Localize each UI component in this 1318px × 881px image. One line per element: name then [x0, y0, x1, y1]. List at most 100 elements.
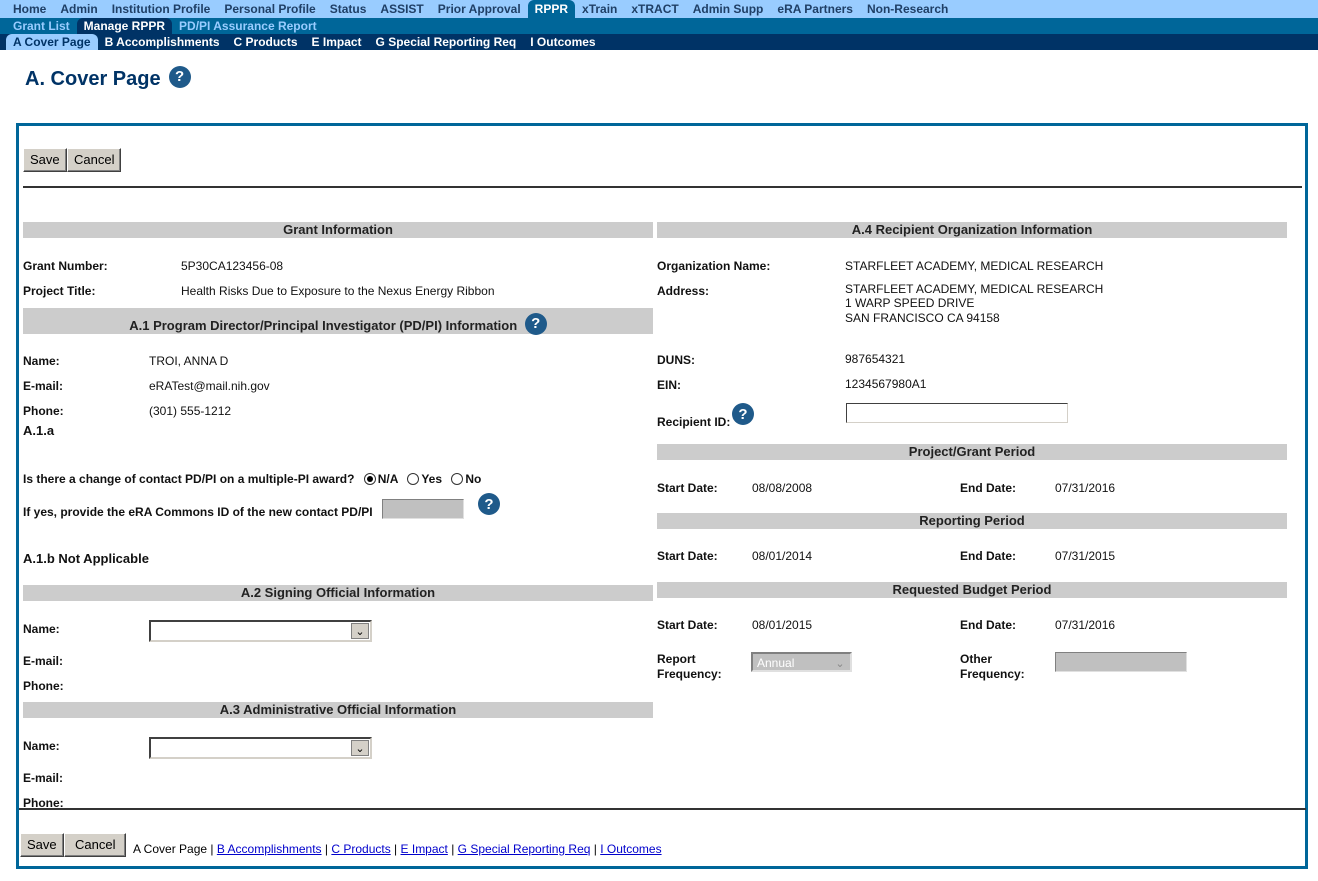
pdpi-name-label: Name:: [23, 354, 60, 368]
nav-tab-assist[interactable]: ASSIST: [373, 0, 430, 18]
project-end-value: 07/31/2016: [1055, 481, 1116, 495]
chevron-down-icon: ⌄: [351, 623, 369, 639]
section-a2-signing-official: A.2 Signing Official Information: [23, 585, 653, 601]
footer-link-b-accomplishments[interactable]: B Accomplishments: [217, 842, 322, 856]
change-contact-question: Is there a change of contact PD/PI on a …: [23, 472, 481, 486]
radio-no-label: No: [465, 472, 482, 486]
reporting-end-label: End Date:: [960, 549, 1017, 563]
section-tab-i-outcomes[interactable]: I Outcomes: [523, 34, 602, 50]
section-a1-pdpi: A.1 Program Director/Principal Investiga…: [23, 308, 653, 335]
footer-section-links: A Cover Page | B Accomplishments | C Pro…: [133, 842, 662, 856]
pdpi-email-label: E-mail:: [23, 379, 64, 393]
radio-yes[interactable]: [407, 473, 420, 485]
nav-tab-prior-approval[interactable]: Prior Approval: [431, 0, 528, 18]
nav-tab-home[interactable]: Home: [6, 0, 53, 18]
pdpi-phone-value: (301) 555-1212: [149, 404, 232, 418]
reporting-start-label: Start Date:: [657, 549, 718, 563]
duns-value: 987654321: [845, 352, 906, 366]
grant-number-value: 5P30CA123456-08: [181, 259, 284, 273]
so-email-label: E-mail:: [23, 654, 64, 668]
divider: [23, 186, 1302, 188]
pdpi-name-value: TROI, ANNA D: [149, 354, 229, 368]
ao-email-label: E-mail:: [23, 771, 64, 785]
so-phone-label: Phone:: [23, 679, 64, 693]
nav-tab-era-partners[interactable]: eRA Partners: [770, 0, 860, 18]
section-tab-e-impact[interactable]: E Impact: [305, 34, 369, 50]
so-name-label: Name:: [23, 622, 60, 636]
save-button[interactable]: Save: [23, 148, 67, 172]
so-name-select[interactable]: ⌄: [149, 620, 372, 642]
address-line-3: SAN FRANCISCO CA 94158: [845, 311, 1000, 325]
project-end-label: End Date:: [960, 481, 1017, 495]
ao-name-select[interactable]: ⌄: [149, 737, 372, 759]
divider: [19, 808, 1306, 810]
other-frequency-input[interactable]: [1055, 652, 1187, 672]
chevron-down-icon: ⌄: [835, 657, 845, 670]
nav-tab-admin[interactable]: Admin: [53, 0, 104, 18]
radio-na[interactable]: [363, 473, 376, 485]
footer-link-e-impact[interactable]: E Impact: [401, 842, 448, 856]
page-title: A. Cover Page ?: [25, 65, 191, 91]
subnav-tab-pd-pi-assurance-report[interactable]: PD/PI Assurance Report: [172, 18, 324, 34]
section-nav: A Cover Page B Accomplishments C Products E…: [0, 34, 1318, 50]
reporting-end-value: 07/31/2015: [1055, 549, 1116, 563]
budget-end-value: 07/31/2016: [1055, 618, 1116, 632]
footer-link-g-special-reporting[interactable]: G Special Reporting Req: [458, 842, 591, 856]
grant-number-label: Grant Number:: [23, 259, 108, 273]
help-icon[interactable]: ?: [478, 493, 500, 515]
radio-na-label: N/A: [377, 472, 398, 486]
pdpi-email-value: eRATest@mail.nih.gov: [149, 379, 270, 393]
a1a-label: A.1.a: [23, 423, 55, 438]
nav-tab-xtrain[interactable]: xTrain: [575, 0, 624, 18]
recipient-id-input[interactable]: [846, 403, 1068, 423]
help-icon[interactable]: ?: [168, 65, 191, 88]
help-icon[interactable]: ?: [524, 313, 547, 335]
nav-tab-admin-supp[interactable]: Admin Supp: [686, 0, 771, 18]
other-frequency-label-1: Other: [960, 652, 993, 666]
budget-end-label: End Date:: [960, 618, 1017, 632]
project-title-label: Project Title:: [23, 284, 96, 298]
page-title-text: A. Cover Page: [25, 68, 161, 90]
org-name-value: STARFLEET ACADEMY, MEDICAL RESEARCH: [845, 259, 1104, 273]
commons-id-input[interactable]: [382, 499, 464, 519]
section-tab-b-accomplishments[interactable]: B Accomplishments: [98, 34, 227, 50]
budget-start-label: Start Date:: [657, 618, 718, 632]
section-reporting-period: Reporting Period: [657, 513, 1287, 529]
save-button-bottom[interactable]: Save: [20, 833, 64, 857]
section-tab-g-special-reporting-req[interactable]: G Special Reporting Req: [369, 34, 524, 50]
subnav-tab-manage-rppr[interactable]: Manage RPPR: [76, 18, 173, 34]
nav-tab-xtract[interactable]: xTRACT: [624, 0, 685, 18]
cancel-button[interactable]: Cancel: [67, 148, 122, 172]
recipient-id-label: Recipient ID:: [657, 415, 731, 429]
nav-tab-non-research[interactable]: Non-Research: [860, 0, 955, 18]
nav-tab-status[interactable]: Status: [323, 0, 374, 18]
budget-start-value: 08/01/2015: [752, 618, 813, 632]
project-start-label: Start Date:: [657, 481, 718, 495]
footer-link-c-products[interactable]: C Products: [331, 842, 390, 856]
section-grant-information: Grant Information: [23, 222, 653, 238]
address-line-1: STARFLEET ACADEMY, MEDICAL RESEARCH: [845, 282, 1104, 296]
cancel-button-bottom[interactable]: Cancel: [64, 833, 127, 857]
report-frequency-label-2: Frequency:: [657, 667, 722, 681]
help-icon[interactable]: ?: [732, 403, 754, 425]
pdpi-phone-label: Phone:: [23, 404, 64, 418]
nav-tab-personal-profile[interactable]: Personal Profile: [217, 0, 322, 18]
nav-tab-institution-profile[interactable]: Institution Profile: [105, 0, 218, 18]
address-line-2: 1 WARP SPEED DRIVE: [845, 296, 975, 310]
radio-no[interactable]: [451, 473, 464, 485]
section-tab-c-products[interactable]: C Products: [227, 34, 305, 50]
other-frequency-label-2: Frequency:: [960, 667, 1025, 681]
report-frequency-select[interactable]: Annual ⌄: [751, 652, 852, 672]
section-a3-admin-official: A.3 Administrative Official Information: [23, 702, 653, 718]
top-nav: Home Admin Institution Profile Personal Pro…: [0, 0, 1318, 18]
section-project-period: Project/Grant Period: [657, 444, 1287, 460]
subnav-tab-grant-list[interactable]: Grant List: [6, 18, 77, 34]
reporting-start-value: 08/01/2014: [752, 549, 813, 563]
section-tab-a-cover-page[interactable]: A Cover Page: [6, 34, 98, 50]
section-budget-period: Requested Budget Period: [657, 582, 1287, 598]
nav-tab-rppr[interactable]: RPPR: [527, 0, 576, 18]
report-frequency-label-1: Report: [657, 652, 696, 666]
footer-current-section: A Cover Page: [133, 842, 208, 856]
project-start-value: 08/08/2008: [752, 481, 813, 495]
footer-link-i-outcomes[interactable]: I Outcomes: [600, 842, 661, 856]
